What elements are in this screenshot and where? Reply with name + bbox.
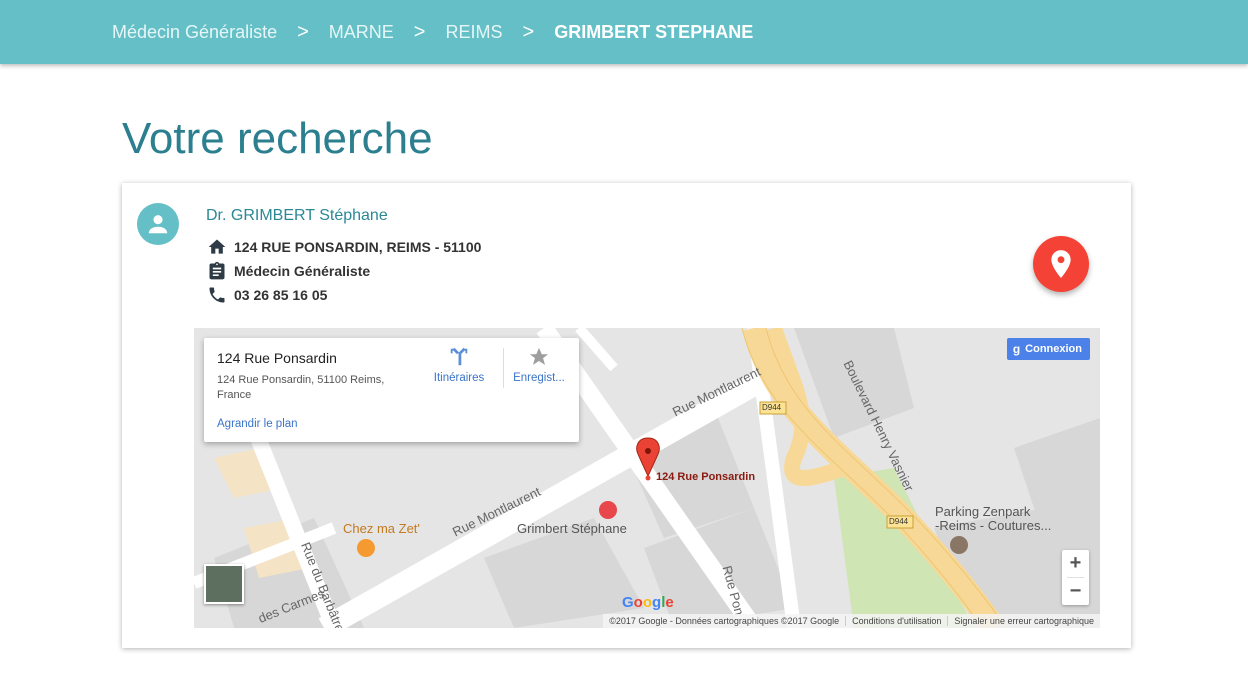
enlarge-map-link[interactable]: Agrandir le plan: [217, 418, 298, 430]
satellite-toggle[interactable]: [204, 564, 244, 604]
breadcrumb-separator: >: [297, 20, 309, 43]
page-title: Votre recherche: [122, 114, 433, 163]
route-label: D944: [889, 517, 909, 526]
place-label-restaurant[interactable]: Chez ma Zet': [343, 521, 420, 536]
top-bar: Médecin Généraliste > MARNE > REIMS > GR…: [0, 0, 1248, 64]
save-place-button[interactable]: Enregist...: [504, 346, 574, 384]
star-icon: [529, 347, 549, 365]
phone-icon: [209, 287, 225, 303]
breadcrumb-current: GRIMBERT STEPHANE: [554, 21, 754, 42]
google-map[interactable]: Rue Montlaurent Rue Montlaurent Rue du B…: [194, 328, 1100, 628]
breadcrumb: Médecin Généraliste > MARNE > REIMS > GR…: [112, 0, 753, 64]
report-error-link[interactable]: Signaler une erreur cartographique: [947, 616, 1100, 626]
directions-label: Itinéraires: [433, 372, 485, 384]
map-info-window: 124 Rue Ponsardin 124 Rue Ponsardin, 511…: [204, 338, 579, 442]
doctor-name: Dr. GRIMBERT Stéphane: [206, 207, 388, 224]
zoom-controls: + −: [1062, 550, 1089, 605]
avatar: [137, 203, 179, 245]
doctor-specialty: Médecin Généraliste: [234, 263, 371, 279]
zoom-out-button[interactable]: −: [1062, 578, 1089, 605]
locate-map-button[interactable]: [1033, 236, 1089, 292]
address-row: 124 RUE PONSARDIN, REIMS - 51100: [206, 237, 481, 257]
save-place-label: Enregist...: [513, 372, 565, 384]
place-label-doctor[interactable]: Grimbert Stéphane: [517, 521, 627, 536]
directions-button[interactable]: Itinéraires: [424, 346, 494, 384]
breadcrumb-city[interactable]: REIMS: [445, 22, 502, 43]
route-label: D944: [762, 403, 782, 412]
map-attribution: ©2017 Google - Données cartographiques ©…: [603, 614, 1100, 628]
google-signin-button[interactable]: g Connexion: [1006, 338, 1090, 360]
home-icon: [208, 239, 226, 254]
place-label-parking[interactable]: Parking Zenpark: [935, 504, 1030, 519]
map-data-credit: ©2017 Google - Données cartographiques ©…: [609, 616, 840, 626]
info-window-address: 124 Rue Ponsardin, 51100 Reims, France: [217, 374, 385, 401]
marker-label: 124 Rue Ponsardin: [656, 471, 756, 483]
clipboard-icon: [209, 261, 225, 280]
signin-label: Connexion: [1025, 343, 1082, 355]
info-window-title: 124 Rue Ponsardin: [217, 350, 337, 366]
doctor-phone[interactable]: 03 26 85 16 05: [234, 287, 327, 303]
phone-row: 03 26 85 16 05: [206, 285, 327, 305]
google-g-icon: g: [1012, 342, 1021, 356]
person-icon: [148, 215, 168, 234]
zoom-in-button[interactable]: +: [1062, 550, 1089, 577]
location-pin-icon: [1051, 250, 1071, 278]
breadcrumb-separator: >: [413, 20, 426, 43]
doctor-address: 124 RUE PONSARDIN, REIMS - 51100: [234, 239, 482, 255]
breadcrumb-specialty[interactable]: Médecin Généraliste: [112, 22, 277, 43]
google-logo: Google: [622, 594, 674, 611]
doctor-card: Dr. GRIMBERT Stéphane 124 RUE PONSARDIN,…: [122, 183, 1131, 648]
breadcrumb-separator: >: [522, 20, 535, 43]
terms-link[interactable]: Conditions d'utilisation: [845, 616, 947, 626]
directions-icon: [450, 347, 468, 366]
breadcrumb-department[interactable]: MARNE: [329, 22, 394, 43]
specialty-row: Médecin Généraliste: [206, 261, 370, 281]
place-label-parking[interactable]: -Reims - Coutures...: [935, 518, 1051, 533]
